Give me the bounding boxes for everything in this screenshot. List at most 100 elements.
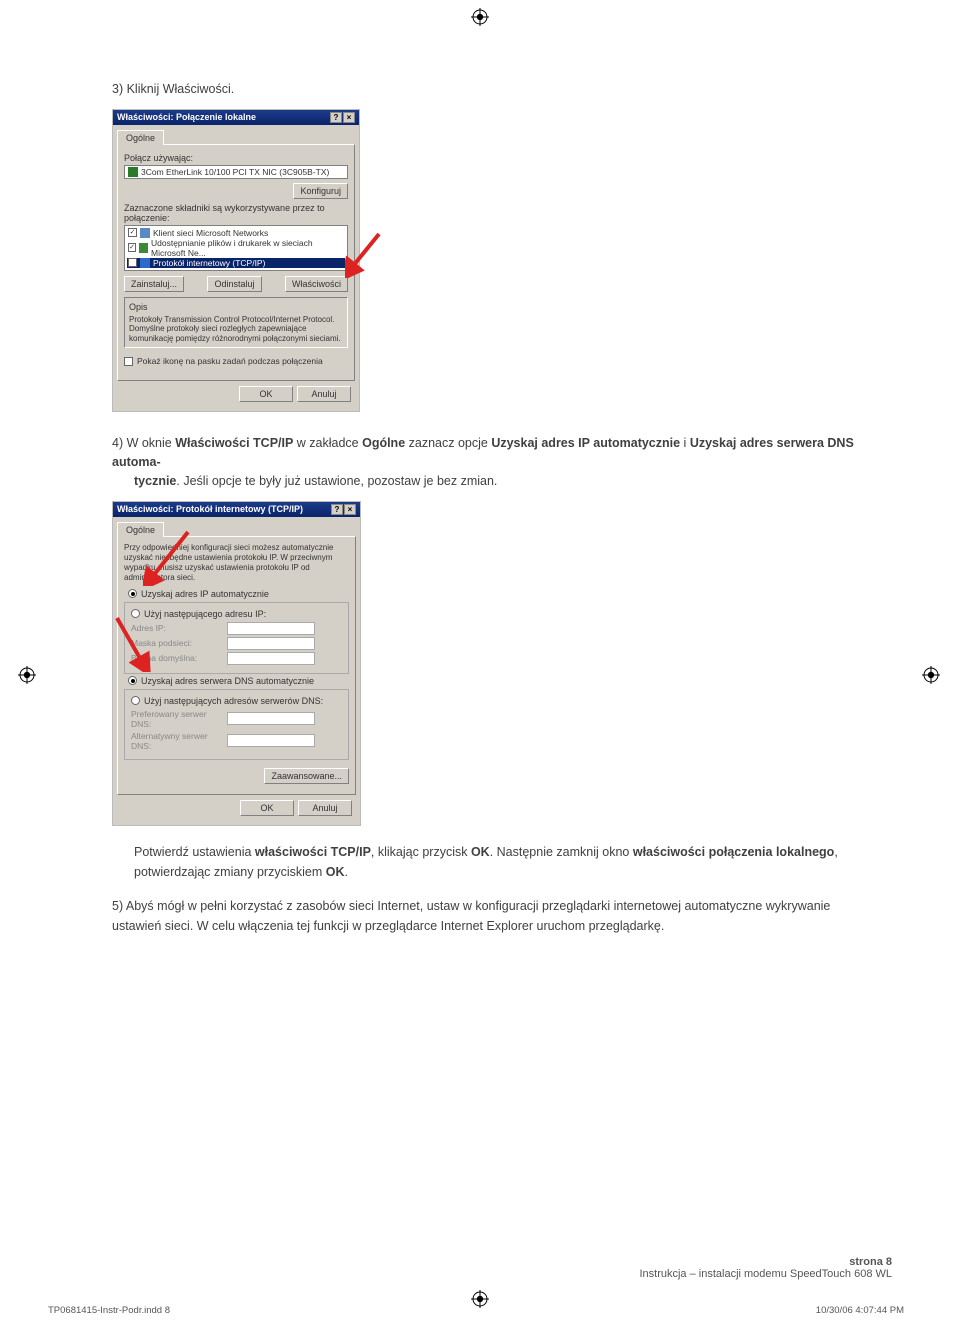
titlebar-text: Właściwości: Protokół internetowy (TCP/I…: [117, 504, 303, 514]
titlebar: Właściwości: Połączenie lokalne ? ×: [113, 110, 359, 125]
radio-icon[interactable]: [128, 589, 137, 598]
page-number: strona 8: [639, 1256, 892, 1268]
registration-mark-right: [922, 666, 940, 684]
page-footer: strona 8 Instrukcja – instalacji modemu …: [639, 1256, 892, 1280]
cancel-button[interactable]: Anuluj: [298, 800, 352, 816]
t: Ogólne: [362, 436, 405, 450]
advanced-button[interactable]: Zaawansowane...: [264, 768, 349, 784]
gateway-label: Brama domyślna:: [131, 653, 221, 663]
connect-using-label: Połącz używając:: [124, 153, 348, 163]
protocol-icon: [140, 258, 150, 268]
alt-dns-input: [227, 734, 315, 747]
adapter-name: 3Com EtherLink 10/100 PCI TX NIC (3C905B…: [141, 167, 329, 177]
page-content: 3) Kliknij Właściwości. Właściwości: Poł…: [112, 80, 872, 944]
radio-icon[interactable]: [131, 609, 140, 618]
description-box: Opis Protokoły Transmission Control Prot…: [124, 297, 348, 349]
components-listbox[interactable]: ✓ Klient sieci Microsoft Networks ✓ Udos…: [124, 225, 348, 271]
t: . Następnie zamknij okno: [490, 845, 633, 859]
ip-label: Adres IP:: [131, 623, 221, 633]
tab-general[interactable]: Ogólne: [117, 130, 164, 145]
print-timestamp: 10/30/06 4:07:44 PM: [816, 1305, 904, 1316]
footer-title: Instrukcja – instalacji modemu SpeedTouc…: [639, 1268, 892, 1280]
ok-button[interactable]: OK: [239, 386, 293, 402]
checkbox-icon[interactable]: ✓: [128, 228, 137, 237]
t: , klikając przycisk: [371, 845, 471, 859]
t: 5) Abyś mógł w pełni korzystać z zasobów…: [112, 899, 830, 933]
configure-button[interactable]: Konfiguruj: [293, 183, 348, 199]
ip-manual-fieldset: Użyj następującego adresu IP: Adres IP: …: [124, 602, 349, 674]
checkbox-icon[interactable]: ✓: [128, 258, 137, 267]
help-button[interactable]: ?: [331, 504, 343, 515]
alt-dns-label: Alternatywny serwer DNS:: [131, 731, 221, 751]
print-file: TP0681415-Instr-Podr.indd 8: [48, 1305, 170, 1316]
t: tycznie: [134, 474, 176, 488]
mask-label: Maska podsieci:: [131, 638, 221, 648]
item-label: Klient sieci Microsoft Networks: [153, 228, 268, 238]
install-button[interactable]: Zainstaluj...: [124, 276, 184, 292]
ip-input: [227, 622, 315, 635]
radio-ip-manual[interactable]: Użyj następującego adresu IP:: [131, 609, 342, 619]
registration-mark-top: [471, 8, 489, 26]
tab-general[interactable]: Ogólne: [117, 522, 164, 537]
t: 4) W oknie: [112, 436, 175, 450]
ok-button[interactable]: OK: [240, 800, 294, 816]
t: właściwości połączenia lokalnego: [633, 845, 834, 859]
share-icon: [139, 243, 148, 253]
cancel-button[interactable]: Anuluj: [297, 386, 351, 402]
radio-icon[interactable]: [131, 696, 140, 705]
t: zaznacz opcje: [405, 436, 491, 450]
t: Uzyskaj adres IP automatycznie: [491, 436, 680, 450]
adapter-dropdown[interactable]: 3Com EtherLink 10/100 PCI TX NIC (3C905B…: [124, 165, 348, 179]
t: OK: [326, 865, 345, 879]
radio-label: Uzyskaj adres serwera DNS automatycznie: [141, 676, 314, 686]
help-button[interactable]: ?: [330, 112, 342, 123]
close-button[interactable]: ×: [344, 504, 356, 515]
uninstall-button[interactable]: Odinstaluj: [207, 276, 261, 292]
radio-label: Uzyskaj adres IP automatycznie: [141, 589, 269, 599]
pref-dns-label: Preferowany serwer DNS:: [131, 709, 221, 729]
t: właściwości TCP/IP: [255, 845, 371, 859]
radio-dns-manual[interactable]: Użyj następujących adresów serwerów DNS:: [131, 696, 342, 706]
t: Potwierdź ustawienia: [134, 845, 255, 859]
step-3-text: 3) Kliknij Właściwości.: [112, 80, 872, 99]
item-label: Udostępnianie plików i drukarek w siecia…: [151, 238, 344, 258]
t: i: [680, 436, 690, 450]
radio-ip-auto[interactable]: Uzyskaj adres IP automatycznie: [128, 589, 349, 599]
pref-dns-input: [227, 712, 315, 725]
radio-label: Użyj następującego adresu IP:: [144, 609, 266, 619]
description-text: Protokoły Transmission Control Protocol/…: [129, 315, 343, 344]
t: OK: [471, 845, 490, 859]
show-icon-label: Pokaż ikonę na pasku zadań podczas połąc…: [137, 356, 323, 366]
components-label: Zaznaczone składniki są wykorzystywane p…: [124, 203, 348, 223]
t: w zakładce: [293, 436, 362, 450]
dialog-connection-properties: Właściwości: Połączenie lokalne ? × Ogól…: [112, 109, 360, 413]
client-icon: [140, 228, 150, 238]
registration-mark-left: [18, 666, 36, 684]
description-title: Opis: [129, 302, 343, 313]
dialog-tcpip-properties: Właściwości: Protokół internetowy (TCP/I…: [112, 501, 361, 826]
print-footer: TP0681415-Instr-Podr.indd 8 10/30/06 4:0…: [48, 1305, 904, 1316]
item-label: Protokół internetowy (TCP/IP): [153, 258, 265, 268]
radio-icon[interactable]: [128, 676, 137, 685]
dns-manual-fieldset: Użyj następujących adresów serwerów DNS:…: [124, 689, 349, 760]
t: . Jeśli opcje te były już ustawione, poz…: [176, 474, 497, 488]
show-icon-checkbox[interactable]: [124, 357, 133, 366]
radio-dns-auto[interactable]: Uzyskaj adres serwera DNS automatycznie: [128, 676, 349, 686]
properties-button[interactable]: Właściwości: [285, 276, 348, 292]
t: Właściwości TCP/IP: [175, 436, 293, 450]
list-item[interactable]: ✓ Udostępnianie plików i drukarek w siec…: [127, 238, 345, 258]
titlebar-text: Właściwości: Połączenie lokalne: [117, 112, 256, 122]
t: .: [344, 865, 347, 879]
list-item[interactable]: ✓ Klient sieci Microsoft Networks: [127, 228, 345, 238]
network-adapter-icon: [128, 167, 138, 177]
mask-input: [227, 637, 315, 650]
step-3-label: 3) Kliknij Właściwości.: [112, 82, 234, 96]
gateway-input: [227, 652, 315, 665]
list-item-selected[interactable]: ✓ Protokół internetowy (TCP/IP): [127, 258, 345, 268]
step-4-text: 4) W oknie Właściwości TCP/IP w zakładce…: [112, 434, 872, 490]
close-button[interactable]: ×: [343, 112, 355, 123]
radio-label: Użyj następujących adresów serwerów DNS:: [144, 696, 323, 706]
checkbox-icon[interactable]: ✓: [128, 243, 136, 252]
step-5-text: 5) Abyś mógł w pełni korzystać z zasobów…: [112, 896, 872, 936]
titlebar: Właściwości: Protokół internetowy (TCP/I…: [113, 502, 360, 517]
